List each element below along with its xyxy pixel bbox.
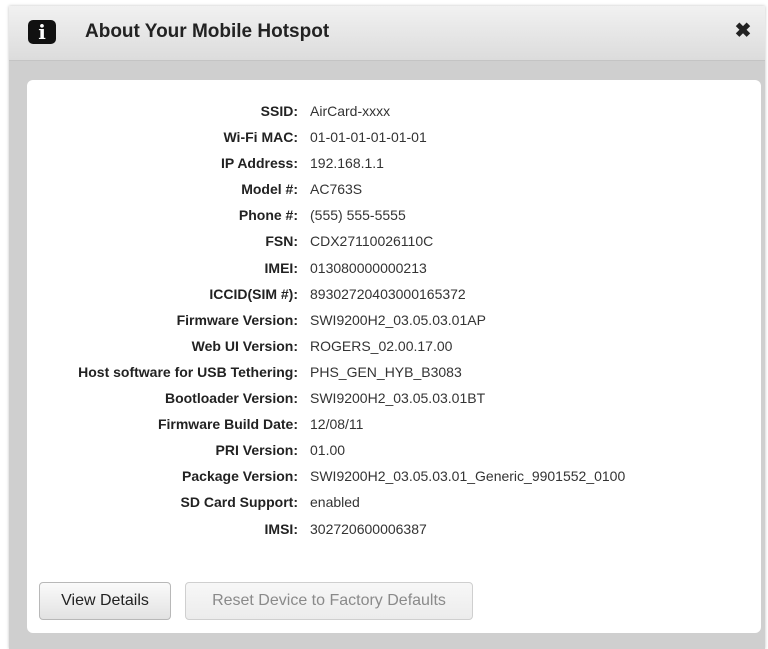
info-row-host-software: Host software for USB Tethering: PHS_GEN… xyxy=(27,363,761,389)
info-label: Package Version: xyxy=(182,468,298,485)
info-value: 12/08/11 xyxy=(310,416,364,433)
close-icon[interactable]: ✖ xyxy=(733,19,753,43)
dialog-title: About Your Mobile Hotspot xyxy=(85,21,330,42)
info-value: 89302720403000165372 xyxy=(310,285,466,302)
info-value: 192.168.1.1 xyxy=(310,155,384,172)
info-label: SSID: xyxy=(260,103,298,119)
info-label: Firmware Build Date: xyxy=(157,416,298,433)
info-value: 01.00 xyxy=(310,442,346,459)
info-row-fsn: FSN: CDX27110026110C xyxy=(27,232,761,258)
info-value: PHS_GEN_HYB_B3083 xyxy=(310,363,462,380)
info-label: IMEI: xyxy=(264,259,298,276)
info-row-bootloader-version: Bootloader Version: SWI9200H2_03.05.03.0… xyxy=(27,389,761,415)
info-icon: i xyxy=(28,20,56,44)
info-value: AirCard-xxxx xyxy=(310,103,391,119)
info-value: ROGERS_02.00.17.00 xyxy=(310,337,453,354)
info-row-imei: IMEI: 013080000000213 xyxy=(27,259,761,285)
info-row-ssid: SSID: AirCard-xxxx xyxy=(27,102,761,128)
info-row-imsi: IMSI: 302720600006387 xyxy=(27,520,761,546)
info-label: Web UI Version: xyxy=(191,337,298,354)
info-label: Model #: xyxy=(241,181,298,198)
info-row-pri-version: PRI Version: 01.00 xyxy=(27,441,761,467)
info-label: IP Address: xyxy=(220,155,298,172)
info-label: Bootloader Version: xyxy=(164,390,298,407)
info-label: IMSI: xyxy=(264,520,298,537)
info-row-web-ui-version: Web UI Version: ROGERS_02.00.17.00 xyxy=(27,337,761,363)
info-label: FSN: xyxy=(265,233,298,250)
info-label: Phone #: xyxy=(238,207,298,224)
info-value: 302720600006387 xyxy=(310,520,427,537)
info-label: ICCID(SIM #): xyxy=(209,285,298,302)
info-value: SWI9200H2_03.05.03.01AP xyxy=(310,311,486,328)
info-value: SWI9200H2_03.05.03.01_Generic_9901552_01… xyxy=(310,468,626,485)
info-row-phone: Phone #: (555) 555-5555 xyxy=(27,206,761,232)
info-label: PRI Version: xyxy=(215,442,298,459)
info-row-firmware-version: Firmware Version: SWI9200H2_03.05.03.01A… xyxy=(27,311,761,337)
dialog-titlebar: i About Your Mobile Hotspot ✖ xyxy=(9,6,765,61)
info-label: Host software for USB Tethering: xyxy=(78,363,298,380)
info-value: CDX27110026110C xyxy=(310,233,434,250)
info-value: AC763S xyxy=(310,181,363,198)
info-value: 013080000000213 xyxy=(310,259,427,276)
info-row-firmware-build-date: Firmware Build Date: 12/08/11 xyxy=(27,415,761,441)
info-row-ip-address: IP Address: 192.168.1.1 xyxy=(27,154,761,180)
about-dialog: i About Your Mobile Hotspot ✖ SSID: AirC… xyxy=(9,6,765,649)
reset-factory-defaults-button[interactable]: Reset Device to Factory Defaults xyxy=(185,582,473,620)
info-label: Wi-Fi MAC: xyxy=(223,129,298,146)
info-value: SWI9200H2_03.05.03.01BT xyxy=(310,390,486,407)
info-value: 01-01-01-01-01-01 xyxy=(310,129,427,146)
info-row-package-version: Package Version: SWI9200H2_03.05.03.01_G… xyxy=(27,467,761,493)
info-row-wifi-mac: Wi-Fi MAC: 01-01-01-01-01-01 xyxy=(27,128,761,154)
info-row-model: Model #: AC763S xyxy=(27,180,761,206)
view-details-button[interactable]: View Details xyxy=(39,582,171,620)
info-label: SD Card Support: xyxy=(180,494,298,511)
info-value: enabled xyxy=(310,494,360,511)
info-label: Firmware Version: xyxy=(176,311,298,328)
info-row-iccid: ICCID(SIM #): 89302720403000165372 xyxy=(27,285,761,311)
info-row-sd-card-support: SD Card Support: enabled xyxy=(27,493,761,519)
info-value: (555) 555-5555 xyxy=(310,207,406,224)
device-info-list: SSID: AirCard-xxxx Wi-Fi MAC: 01-01-01-0… xyxy=(27,102,761,546)
dialog-content: SSID: AirCard-xxxx Wi-Fi MAC: 01-01-01-0… xyxy=(27,80,761,633)
